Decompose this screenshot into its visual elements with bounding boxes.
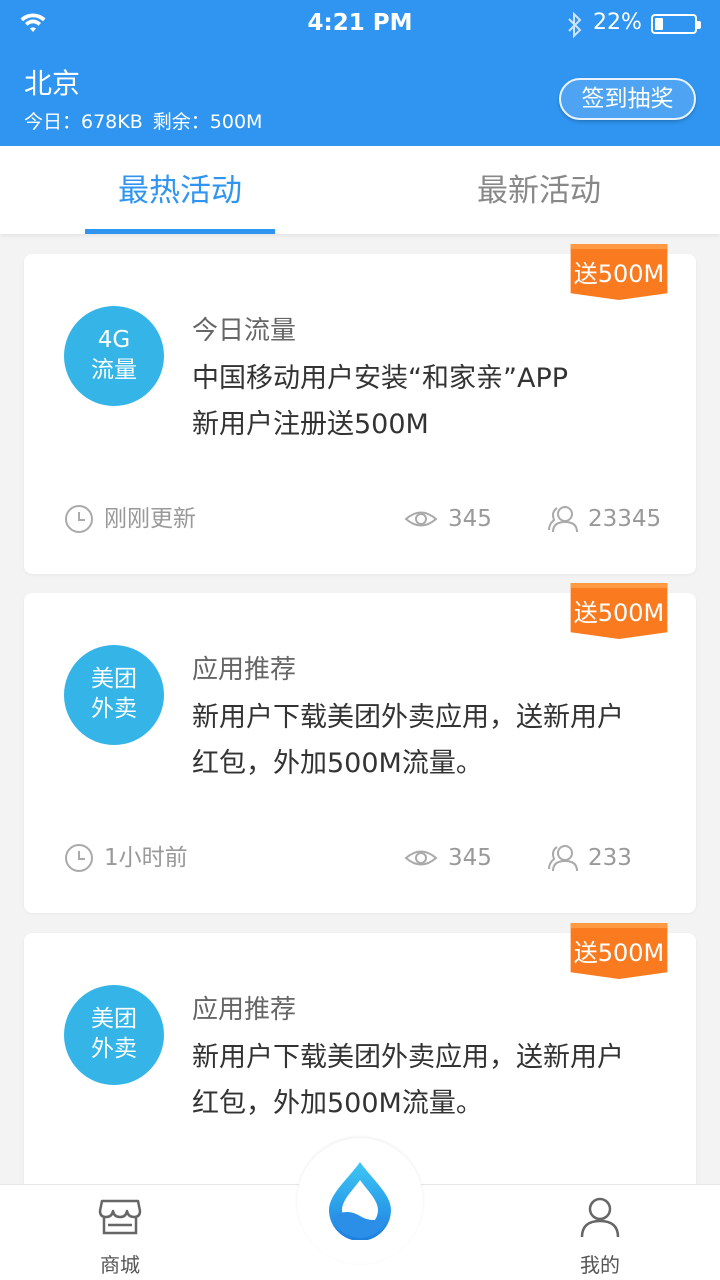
clock-icon [65,844,93,872]
status-bar: 4:21 PM 22% [0,0,720,50]
category-badge: 4G 流量 [64,306,164,406]
participant-count: 233 [548,843,632,873]
card-description: 新用户下载美团外卖应用，送新用户 红包，外加500M流量。 [192,702,624,779]
view-count: 345 [404,504,492,534]
water-drop-icon [329,1162,391,1240]
tab-hot[interactable]: 最热活动 [85,146,275,234]
usage-summary: 今日：678KB 剩余：500M [24,107,272,134]
participant-count: 23345 [548,504,661,534]
category-badge: 美团 外卖 [64,645,164,745]
bluetooth-icon [568,11,582,39]
users-icon [548,506,578,533]
eye-icon [404,511,438,527]
battery-level [655,18,663,30]
tab-latest[interactable]: 最新活动 [444,146,634,234]
remaining-usage: 剩余：500M [152,111,263,133]
nav-mine[interactable]: 我的 [540,1185,660,1280]
activity-card[interactable]: 4G 流量 今日流量 中国移动用户安装“和家亲”APP 新用户注册送500M 刚… [24,254,696,574]
today-usage: 今日：678KB [24,111,143,133]
category-badge: 美团 外卖 [64,985,164,1085]
nav-shop[interactable]: 商城 [60,1185,180,1280]
nav-shop-label: 商城 [100,1253,140,1277]
active-tab-indicator [85,229,275,234]
center-home-button[interactable] [297,1138,423,1264]
card-title: 应用推荐 [192,995,297,1025]
users-icon [548,845,578,872]
update-time: 刚刚更新 [64,504,196,534]
activity-card[interactable]: 美团 外卖 应用推荐 新用户下载美团外卖应用，送新用户 红包，外加500M流量。… [24,593,696,913]
sign-in-lottery-button[interactable]: 签到抽奖 [559,78,696,120]
card-description: 中国移动用户安装“和家亲”APP 新用户注册送500M [192,363,569,440]
nav-mine-label: 我的 [580,1253,620,1277]
reward-label: 送500M [573,939,665,967]
activity-tabs: 最热活动 最新活动 [0,146,720,234]
battery-percent: 22% [593,10,642,35]
header: 4:21 PM 22% 北京 今日：678KB 剩余：500M 签到抽奖 [0,0,720,146]
view-count: 345 [404,843,492,873]
store-icon [98,1199,142,1235]
card-description: 新用户下载美团外卖应用，送新用户 红包，外加500M流量。 [192,1042,624,1119]
update-time: 1小时前 [64,843,188,873]
card-title: 今日流量 [192,316,297,346]
reward-label: 送500M [573,599,665,627]
user-icon [580,1197,620,1238]
card-title: 应用推荐 [192,655,297,685]
reward-label: 送500M [573,260,665,288]
clock-icon [65,505,93,533]
battery-icon [651,14,701,34]
eye-icon [404,850,438,866]
city-name[interactable]: 北京 [24,62,80,102]
